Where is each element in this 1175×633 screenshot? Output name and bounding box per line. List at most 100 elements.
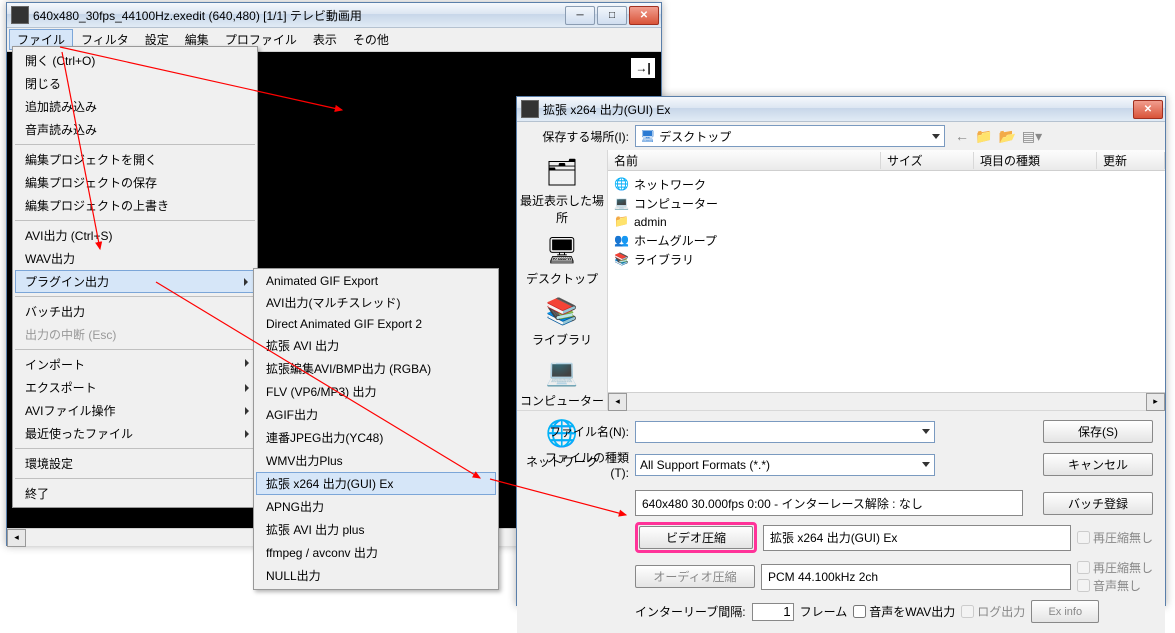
main-title: 640x480_30fps_44100Hz.exedit (640,480) [… bbox=[33, 7, 565, 24]
col-update[interactable]: 更新 bbox=[1097, 152, 1165, 169]
col-size[interactable]: サイズ bbox=[881, 152, 974, 169]
audio-compress-button[interactable]: オーディオ圧縮 bbox=[635, 565, 755, 588]
nav-recent[interactable]: 🗂最近表示した場所 bbox=[517, 154, 607, 226]
dialog-icon bbox=[521, 100, 539, 118]
save-button[interactable]: 保存(S) bbox=[1043, 420, 1153, 443]
no-audio-checkbox[interactable]: 音声無し bbox=[1077, 577, 1153, 594]
video-compress-highlight: ビデオ圧縮 bbox=[635, 522, 757, 553]
menuitem-import[interactable]: インポート bbox=[15, 349, 255, 376]
scroll-right-button[interactable]: ▸ bbox=[1146, 393, 1165, 411]
computer-icon: 💻 bbox=[542, 354, 582, 390]
chevron-down-icon bbox=[922, 462, 930, 467]
video-compress-button[interactable]: ビデオ圧縮 bbox=[639, 526, 753, 549]
menuitem-export[interactable]: エクスポート bbox=[15, 376, 255, 399]
nav-library[interactable]: 📚ライブラリ bbox=[517, 293, 607, 348]
menuitem-audioload[interactable]: 音声読み込み bbox=[15, 118, 255, 141]
submenu-x264guiex[interactable]: 拡張 x264 出力(GUI) Ex bbox=[256, 472, 496, 495]
nav-library-label: ライブラリ bbox=[517, 331, 607, 348]
network-icon: 🌐 bbox=[614, 177, 630, 193]
menuitem-overwriteproject[interactable]: 編集プロジェクトの上書き bbox=[15, 194, 255, 217]
submenu-avimult[interactable]: AVI出力(マルチスレッド) bbox=[256, 291, 496, 314]
file-computer[interactable]: 💻コンピューター bbox=[614, 194, 1159, 213]
menuitem-pluginout[interactable]: プラグイン出力 bbox=[15, 270, 255, 293]
submenu-directgif[interactable]: Direct Animated GIF Export 2 bbox=[256, 314, 496, 334]
back-icon[interactable]: ← bbox=[955, 128, 969, 145]
menuitem-avifileop[interactable]: AVIファイル操作 bbox=[15, 399, 255, 422]
menu-other[interactable]: その他 bbox=[345, 29, 397, 50]
submenu-null[interactable]: NULL出力 bbox=[256, 564, 496, 587]
menuitem-wavout[interactable]: WAV出力 bbox=[15, 247, 255, 270]
filetype-value: All Support Formats (*.*) bbox=[640, 458, 770, 472]
submenu-wmvplus[interactable]: WMV出力Plus bbox=[256, 449, 496, 472]
submenu-agif[interactable]: AGIF出力 bbox=[256, 403, 496, 426]
cancel-button[interactable]: キャンセル bbox=[1043, 453, 1153, 476]
menuitem-preferences[interactable]: 環境設定 bbox=[15, 448, 255, 475]
checkbox[interactable] bbox=[1077, 579, 1090, 592]
save-dialog: 拡張 x264 出力(GUI) Ex ✕ 保存する場所(I): 🖥 デスクトップ… bbox=[516, 96, 1166, 606]
app-icon bbox=[11, 6, 29, 24]
file-homegroup[interactable]: 👥ホームグループ bbox=[614, 231, 1159, 250]
chevron-right-icon bbox=[244, 278, 248, 286]
menuitem-close[interactable]: 閉じる bbox=[15, 72, 255, 95]
menu-view[interactable]: 表示 bbox=[305, 29, 345, 50]
cb-label: 音声無し bbox=[1093, 577, 1141, 594]
chevron-right-icon bbox=[245, 359, 249, 367]
save-location-combo[interactable]: 🖥 デスクトップ bbox=[635, 125, 945, 147]
file-network[interactable]: 🌐ネットワーク bbox=[614, 175, 1159, 194]
main-titlebar[interactable]: 640x480_30fps_44100Hz.exedit (640,480) [… bbox=[7, 3, 661, 28]
scroll-left-button[interactable]: ◂ bbox=[608, 393, 627, 411]
menuitem-addload[interactable]: 追加読み込み bbox=[15, 95, 255, 118]
submenu-ffmpeg[interactable]: ffmpeg / avconv 出力 bbox=[256, 541, 496, 564]
menuitem-export-label: エクスポート bbox=[25, 381, 97, 395]
chevron-down-icon bbox=[922, 429, 930, 434]
filetype-combo[interactable]: All Support Formats (*.*) bbox=[635, 454, 935, 476]
skip-end-icon[interactable]: →| bbox=[631, 58, 655, 78]
no-recompress-video-checkbox[interactable]: 再圧縮無し bbox=[1077, 529, 1153, 546]
submenu-flv[interactable]: FLV (VP6/MP3) 出力 bbox=[256, 380, 496, 403]
file-list-body: 🌐ネットワーク 💻コンピューター 📁admin 👥ホームグループ 📚ライブラリ bbox=[608, 171, 1165, 392]
minimize-button[interactable]: ─ bbox=[565, 6, 595, 25]
dialog-close-button[interactable]: ✕ bbox=[1133, 100, 1163, 119]
save-titlebar[interactable]: 拡張 x264 出力(GUI) Ex ✕ bbox=[517, 97, 1165, 122]
menuitem-openproject[interactable]: 編集プロジェクトを開く bbox=[15, 144, 255, 171]
file-admin[interactable]: 📁admin bbox=[614, 213, 1159, 231]
batch-register-button[interactable]: バッチ登録 bbox=[1043, 492, 1153, 515]
submenu-extavibmp[interactable]: 拡張編集AVI/BMP出力 (RGBA) bbox=[256, 357, 496, 380]
nav-computer[interactable]: 💻コンピューター bbox=[517, 354, 607, 409]
submenu-animgif[interactable]: Animated GIF Export bbox=[256, 271, 496, 291]
file-library[interactable]: 📚ライブラリ bbox=[614, 250, 1159, 269]
menuitem-recentfiles-label: 最近使ったファイル bbox=[25, 427, 133, 441]
dialog-toolbar: ← 📁 📂 ▤▾ bbox=[951, 128, 1046, 145]
file-label: ライブラリ bbox=[634, 251, 694, 268]
checkbox[interactable] bbox=[1077, 561, 1090, 574]
menuitem-exit[interactable]: 終了 bbox=[15, 478, 255, 505]
submenu-extaviplus[interactable]: 拡張 AVI 出力 plus bbox=[256, 518, 496, 541]
nav-desktop[interactable]: 🖥デスクトップ bbox=[517, 232, 607, 287]
menuitem-saveproject[interactable]: 編集プロジェクトの保存 bbox=[15, 171, 255, 194]
up-icon[interactable]: 📁 bbox=[975, 128, 992, 145]
col-type[interactable]: 項目の種類 bbox=[974, 152, 1097, 169]
places-panel: 🗂最近表示した場所 🖥デスクトップ 📚ライブラリ 💻コンピューター 🌐ネットワー… bbox=[517, 150, 608, 410]
filelist-scrollbar[interactable]: ◂ ▸ bbox=[608, 392, 1165, 410]
save-title: 拡張 x264 出力(GUI) Ex bbox=[543, 101, 1133, 118]
submenu-extavi[interactable]: 拡張 AVI 出力 bbox=[256, 334, 496, 357]
menuitem-aviout[interactable]: AVI出力 (Ctrl+S) bbox=[15, 220, 255, 247]
save-location-label: 保存する場所(I): bbox=[529, 128, 629, 145]
file-label: admin bbox=[634, 215, 667, 229]
maximize-button[interactable]: □ bbox=[597, 6, 627, 25]
filename-input[interactable] bbox=[635, 421, 935, 443]
menuitem-avifileop-label: AVIファイル操作 bbox=[25, 404, 115, 418]
submenu-seqjpeg[interactable]: 連番JPEG出力(YC48) bbox=[256, 426, 496, 449]
viewmode-icon[interactable]: ▤▾ bbox=[1022, 128, 1042, 145]
submenu-apng[interactable]: APNG出力 bbox=[256, 495, 496, 518]
close-button[interactable]: ✕ bbox=[629, 6, 659, 25]
menuitem-batchout[interactable]: バッチ出力 bbox=[15, 296, 255, 323]
newfolder-icon[interactable]: 📂 bbox=[998, 128, 1015, 145]
no-recompress-audio-checkbox[interactable]: 再圧縮無し bbox=[1077, 559, 1153, 576]
scroll-left-button[interactable]: ◂ bbox=[7, 529, 26, 547]
menuitem-recentfiles[interactable]: 最近使ったファイル bbox=[15, 422, 255, 445]
col-name[interactable]: 名前 bbox=[608, 152, 881, 169]
menuitem-open[interactable]: 開く (Ctrl+O) bbox=[15, 49, 255, 72]
list-header: 名前 サイズ 項目の種類 更新 bbox=[608, 150, 1165, 171]
checkbox[interactable] bbox=[1077, 531, 1090, 544]
